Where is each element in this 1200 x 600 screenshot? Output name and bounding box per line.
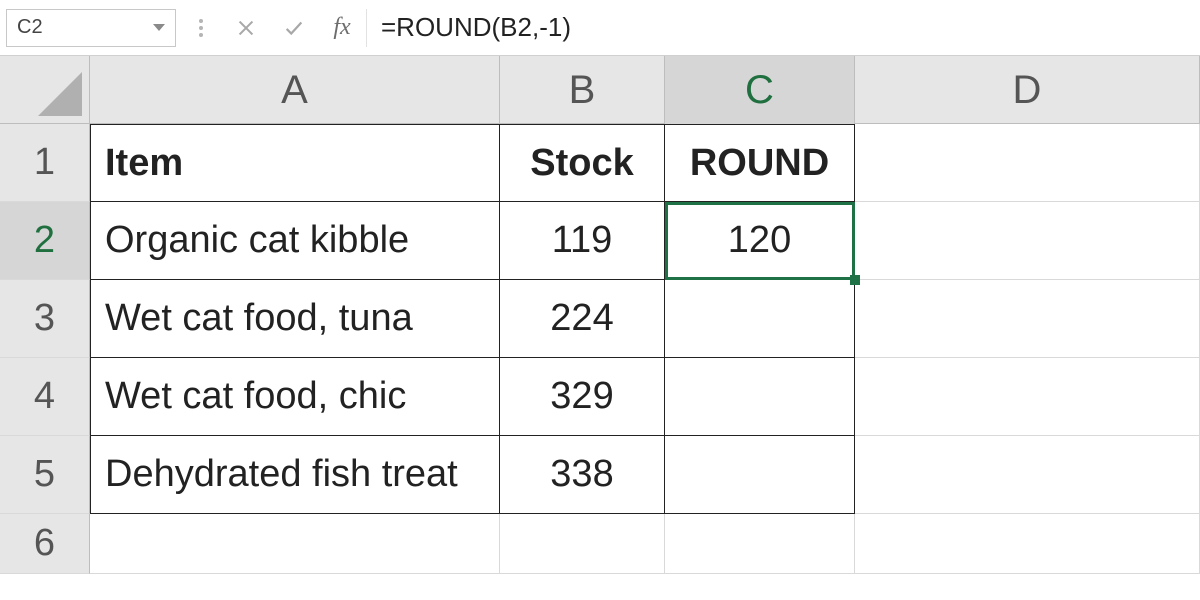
row-header-3[interactable]: 3 (0, 280, 90, 358)
name-box-value: C2 (17, 16, 153, 39)
cell-D6[interactable] (855, 514, 1200, 574)
col-header-D[interactable]: D (855, 56, 1200, 124)
grip-icon[interactable] (190, 9, 212, 47)
cell-B6[interactable] (500, 514, 665, 574)
cell-A5[interactable]: Dehydrated fish treat (90, 436, 500, 514)
row-header-5[interactable]: 5 (0, 436, 90, 514)
cell-C3[interactable] (665, 280, 855, 358)
fx-icon[interactable]: fx (318, 9, 366, 47)
row-header-1[interactable]: 1 (0, 124, 90, 202)
cell-A4[interactable]: Wet cat food, chic (90, 358, 500, 436)
select-all-corner[interactable] (0, 56, 90, 124)
cell-C5[interactable] (665, 436, 855, 514)
row-header-4[interactable]: 4 (0, 358, 90, 436)
formula-text: =ROUND(B2,-1) (381, 12, 571, 43)
row-header-2[interactable]: 2 (0, 202, 90, 280)
cell-B2[interactable]: 119 (500, 202, 665, 280)
col-header-B[interactable]: B (500, 56, 665, 124)
cell-A1[interactable]: Item (90, 124, 500, 202)
cell-A6[interactable] (90, 514, 500, 574)
cell-D1[interactable] (855, 124, 1200, 202)
spreadsheet: A B C D 1 2 3 4 5 6 Item Stock ROUND Org… (0, 56, 1200, 600)
enter-icon[interactable] (270, 9, 318, 47)
cell-C2[interactable]: 120 (665, 202, 855, 280)
chevron-down-icon[interactable] (153, 24, 165, 31)
name-box[interactable]: C2 (6, 9, 176, 47)
cell-C1[interactable]: ROUND (665, 124, 855, 202)
cell-D3[interactable] (855, 280, 1200, 358)
cell-D2[interactable] (855, 202, 1200, 280)
row-headers: 1 2 3 4 5 6 (0, 124, 90, 574)
cell-C4[interactable] (665, 358, 855, 436)
cell-grid: Item Stock ROUND Organic cat kibble 119 … (90, 124, 1200, 574)
cell-B1[interactable]: Stock (500, 124, 665, 202)
cell-B3[interactable]: 224 (500, 280, 665, 358)
formula-bar: C2 fx =ROUND(B2,-1) (0, 0, 1200, 56)
row-header-6[interactable]: 6 (0, 514, 90, 574)
cell-A2[interactable]: Organic cat kibble (90, 202, 500, 280)
fill-handle[interactable] (850, 275, 860, 285)
cell-C6[interactable] (665, 514, 855, 574)
cell-A3[interactable]: Wet cat food, tuna (90, 280, 500, 358)
column-headers: A B C D (90, 56, 1200, 124)
formula-input[interactable]: =ROUND(B2,-1) (366, 9, 1200, 47)
col-header-C[interactable]: C (665, 56, 855, 124)
cell-B5[interactable]: 338 (500, 436, 665, 514)
cancel-icon[interactable] (222, 9, 270, 47)
col-header-A[interactable]: A (90, 56, 500, 124)
cell-B4[interactable]: 329 (500, 358, 665, 436)
cell-D5[interactable] (855, 436, 1200, 514)
cell-D4[interactable] (855, 358, 1200, 436)
